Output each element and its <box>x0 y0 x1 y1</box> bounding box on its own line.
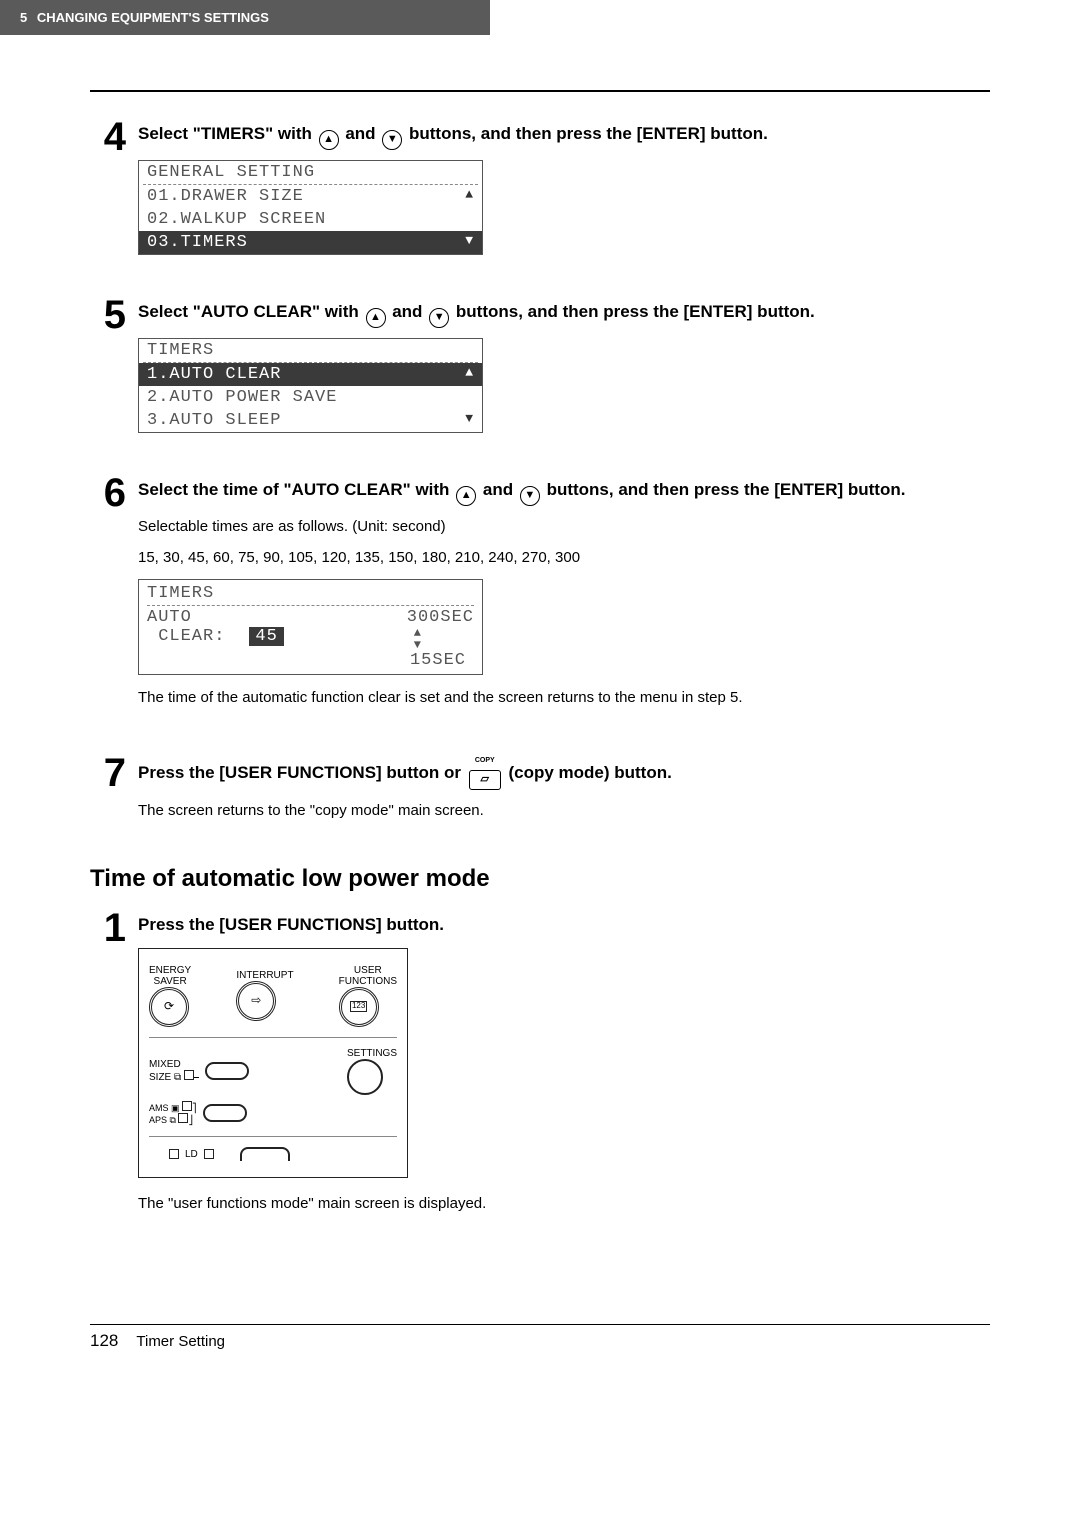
interrupt-button-icon: ⇨ <box>236 981 276 1021</box>
lcd-title: TIMERS <box>139 339 482 362</box>
lcd-title: GENERAL SETTING <box>139 161 482 184</box>
step-low-power-1: 1 Press the [USER FUNCTIONS] button. ENE… <box>90 908 990 1224</box>
ams-label: AMS <box>149 1103 169 1113</box>
chapter-title: CHANGING EQUIPMENT'S SETTINGS <box>37 10 269 25</box>
mixed-size-button-icon <box>205 1062 249 1080</box>
lcd-row-selected: 1.AUTO CLEAR▲ <box>139 363 482 386</box>
scroll-down-icon: ▼ <box>465 233 474 252</box>
chapter-number: 5 <box>20 10 27 25</box>
user-functions-button-icon: 123 <box>339 987 379 1027</box>
chapter-header: 5 CHANGING EQUIPMENT'S SETTINGS <box>0 0 490 35</box>
lcd-row-selected: 03.TIMERS▼ <box>139 231 482 254</box>
lcd-screen-timers: TIMERS 1.AUTO CLEAR▲ 2.AUTO POWER SAVE 3… <box>138 338 483 433</box>
lower-limit: 15SEC <box>410 651 466 670</box>
partial-button-icon <box>240 1147 290 1161</box>
scroll-up-icon: ▲ <box>465 365 474 384</box>
step-note: The time of the automatic function clear… <box>138 687 990 710</box>
settings-button-icon <box>347 1059 383 1095</box>
step-desc: The "user functions mode" main screen is… <box>138 1193 990 1216</box>
step-title: Select the time of "AUTO CLEAR" with ▲ a… <box>138 477 990 506</box>
page-footer: 128 Timer Setting <box>90 1324 990 1351</box>
up-arrow-icon: ▲ <box>456 486 476 506</box>
step-desc: The screen returns to the "copy mode" ma… <box>138 800 990 823</box>
step-title: Select "AUTO CLEAR" with ▲ and ▼ buttons… <box>138 299 990 328</box>
step-title: Select "TIMERS" with ▲ and ▼ buttons, an… <box>138 121 990 150</box>
step-6: 6 Select the time of "AUTO CLEAR" with ▲… <box>90 473 990 718</box>
lcd-title: TIMERS <box>147 584 474 603</box>
step-title: Press the [USER FUNCTIONS] button or COP… <box>138 757 990 790</box>
page-number: 128 <box>90 1331 118 1351</box>
energy-saver-label: ENERGY SAVER <box>149 965 191 987</box>
section-heading: Time of automatic low power mode <box>90 865 990 893</box>
control-panel-illustration: ENERGY SAVER ⟳ INTERRUPT ⇨ USER FUNCTION… <box>138 948 408 1179</box>
up-down-icon: ▲▼ <box>414 627 422 651</box>
footer-section: Timer Setting <box>136 1333 225 1350</box>
step-desc: Selectable times are as follows. (Unit: … <box>138 516 990 539</box>
step-5: 5 Select "AUTO CLEAR" with ▲ and ▼ butto… <box>90 295 990 438</box>
step-number: 5 <box>90 295 138 438</box>
step-4: 4 Select "TIMERS" with ▲ and ▼ buttons, … <box>90 117 990 260</box>
step-number: 7 <box>90 753 138 831</box>
step-title: Press the [USER FUNCTIONS] button. <box>138 912 990 938</box>
down-arrow-icon: ▼ <box>520 486 540 506</box>
top-divider <box>90 90 990 92</box>
lcd-row: 02.WALKUP SCREEN <box>139 208 482 231</box>
interrupt-label: INTERRUPT <box>236 970 293 981</box>
mixed-size-label: MIXED SIZE <box>149 1059 181 1083</box>
ams-aps-button-icon <box>203 1104 247 1122</box>
copy-mode-button-icon: COPY▱ <box>469 757 501 790</box>
down-arrow-icon: ▼ <box>429 308 449 328</box>
auto-clear-value: 45 <box>249 627 283 646</box>
scroll-up-icon: ▲ <box>465 187 474 206</box>
user-functions-label: USER FUNCTIONS <box>339 965 397 987</box>
lcd-row: 3.AUTO SLEEP▼ <box>139 409 482 432</box>
lcd-screen-general-setting: GENERAL SETTING 01.DRAWER SIZE▲ 02.WALKU… <box>138 160 483 255</box>
scroll-down-icon: ▼ <box>465 411 474 430</box>
ld-label: LD <box>185 1149 198 1160</box>
lcd-row: 2.AUTO POWER SAVE <box>139 386 482 409</box>
up-arrow-icon: ▲ <box>319 130 339 150</box>
settings-label: SETTINGS <box>347 1048 397 1059</box>
step-7: 7 Press the [USER FUNCTIONS] button or C… <box>90 753 990 831</box>
aps-label: APS <box>149 1115 167 1125</box>
step-desc: 15, 30, 45, 60, 75, 90, 105, 120, 135, 1… <box>138 547 990 570</box>
up-arrow-icon: ▲ <box>366 308 386 328</box>
step-number: 1 <box>90 908 138 1224</box>
lcd-screen-auto-clear: TIMERS AUTO 300SEC CLEAR: 45 ▲▼ 15SEC <box>138 579 483 675</box>
lcd-row: 01.DRAWER SIZE▲ <box>139 185 482 208</box>
step-number: 6 <box>90 473 138 718</box>
page-content: 4 Select "TIMERS" with ▲ and ▼ buttons, … <box>0 90 1080 1289</box>
energy-saver-button-icon: ⟳ <box>149 987 189 1027</box>
upper-limit: 300SEC <box>407 608 474 627</box>
step-number: 4 <box>90 117 138 260</box>
down-arrow-icon: ▼ <box>382 130 402 150</box>
